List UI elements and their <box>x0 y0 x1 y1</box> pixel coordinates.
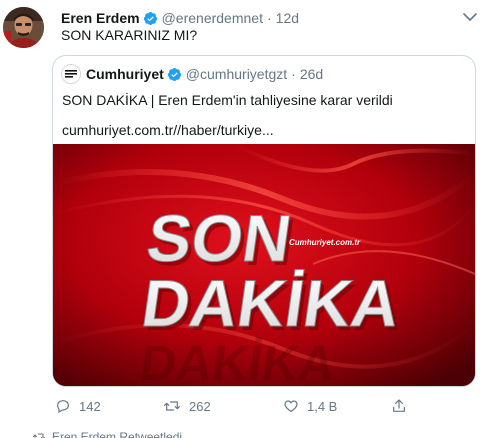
retweet-button[interactable]: 262 <box>163 395 211 417</box>
quoted-timestamp: 26d <box>299 66 324 82</box>
retweet-icon <box>33 433 45 438</box>
handle[interactable]: @erenerdemnet <box>162 10 263 26</box>
reply-icon <box>57 400 69 414</box>
verified-badge-icon <box>167 67 182 82</box>
quoted-tweet-header: Cumhuriyet @cumhuriyetgzt · 26d <box>61 64 323 84</box>
cumhuriyet-logo-icon <box>62 65 80 83</box>
heart-icon <box>284 400 298 413</box>
timestamp[interactable]: 12d <box>276 10 299 26</box>
separator-dot: · <box>266 10 272 26</box>
media-image[interactable]: SON SON DAKİKA DAKİKA Cumhuriyet.com.tr … <box>53 144 475 386</box>
retweet-context-text[interactable]: Eren Erdem Retweetledi <box>52 430 182 438</box>
reply-button[interactable]: 142 <box>55 395 101 417</box>
quoted-tweet[interactable]: Cumhuriyet @cumhuriyetgzt · 26d SON DAKİ… <box>52 55 476 387</box>
action-bar: 142 262 1,4 B <box>55 395 475 417</box>
separator-dot: · <box>291 66 296 82</box>
like-button[interactable]: 1,4 B <box>283 395 337 417</box>
son-dakika-graphic: SON SON DAKİKA DAKİKA Cumhuriyet.com.tr … <box>53 144 475 386</box>
headline-top: SON <box>142 202 295 276</box>
quoted-avatar <box>61 64 81 84</box>
headline-bottom: DAKİKA <box>137 267 404 341</box>
share-button[interactable] <box>391 395 415 417</box>
tweet-header: Eren Erdem @erenerdemnet · 12d <box>61 8 299 28</box>
retweet-count: 262 <box>189 398 211 414</box>
verified-badge-icon <box>143 11 158 26</box>
media-watermark: Cumhuriyet.com.tr <box>289 238 361 247</box>
quoted-tweet-text: SON DAKİKA | Eren Erdem'in tahliyesine k… <box>62 92 393 108</box>
quoted-tweet-link[interactable]: cumhuriyet.com.tr//haber/turkiye... <box>62 122 274 138</box>
reply-count: 142 <box>79 398 101 414</box>
retweet-context: Eren Erdem Retweetledi <box>32 430 182 438</box>
tweet[interactable]: Eren Erdem @erenerdemnet · 12d SON KARAR… <box>0 0 492 428</box>
like-count: 1,4 B <box>307 398 338 414</box>
quoted-handle: @cumhuriyetgzt <box>185 66 288 82</box>
quoted-display-name: Cumhuriyet <box>86 66 164 82</box>
chevron-down-icon[interactable] <box>461 10 479 24</box>
avatar-image <box>3 7 44 48</box>
avatar[interactable] <box>3 7 44 48</box>
headline-reflection: DAKİKA <box>136 335 338 386</box>
retweet-icon <box>164 401 180 411</box>
display-name[interactable]: Eren Erdem <box>61 10 140 26</box>
tweet-text: SON KARARINIZ MI? <box>61 27 198 43</box>
share-icon <box>393 399 405 412</box>
